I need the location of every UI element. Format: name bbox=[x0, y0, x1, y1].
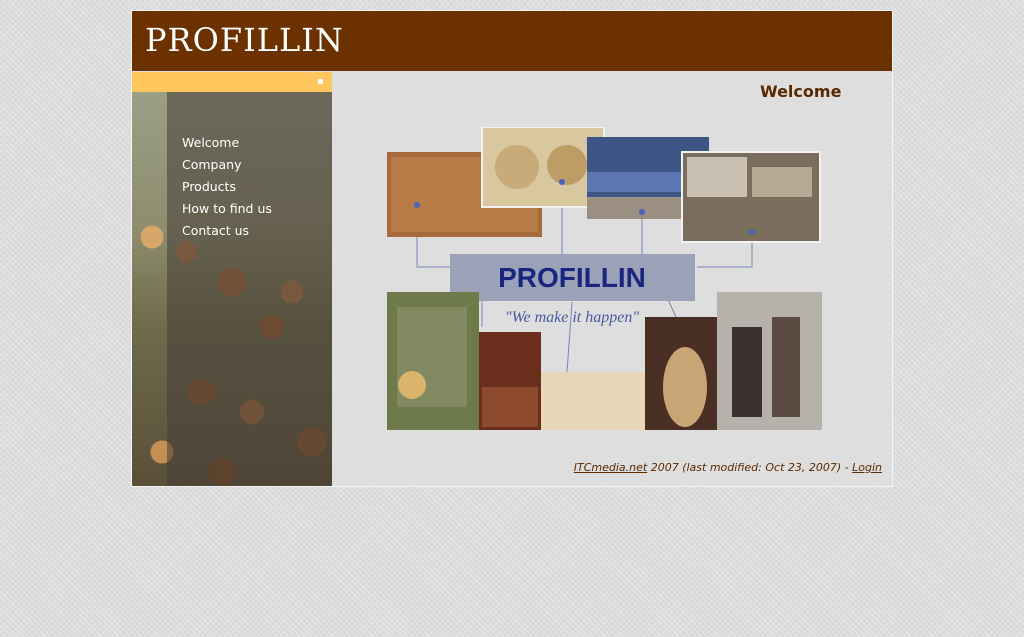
accent-strip bbox=[132, 72, 332, 92]
login-link[interactable]: Login bbox=[852, 461, 882, 474]
itcmedia-link[interactable]: ITCmedia.net bbox=[574, 461, 647, 474]
main-nav: Welcome Company Products How to find us … bbox=[182, 132, 272, 242]
collage-slogan-text: "We make it happen" bbox=[505, 309, 639, 326]
main-content: Welcome PROFILLIN "We make it happen" IT… bbox=[332, 72, 892, 486]
footer: ITCmedia.net 2007 (last modified: Oct 23… bbox=[574, 461, 882, 474]
site-logo[interactable]: PROFILLIN bbox=[145, 21, 344, 59]
collage-brand-text: PROFILLIN bbox=[498, 262, 646, 293]
header: PROFILLIN bbox=[132, 11, 892, 71]
nav-item-welcome[interactable]: Welcome bbox=[182, 132, 272, 154]
left-sidebar: Welcome Company Products How to find us … bbox=[132, 72, 332, 486]
page-title: Welcome bbox=[760, 82, 842, 101]
site-container: PROFILLIN Welcome Company Products How t… bbox=[131, 10, 893, 487]
footer-text: 2007 (last modified: Oct 23, 2007) - bbox=[647, 461, 853, 474]
nav-item-how-to-find-us[interactable]: How to find us bbox=[182, 198, 272, 220]
nav-item-company[interactable]: Company bbox=[182, 154, 272, 176]
nav-item-contact-us[interactable]: Contact us bbox=[182, 220, 272, 242]
collage-photo-silk bbox=[541, 372, 645, 430]
product-collage: PROFILLIN "We make it happen" bbox=[387, 127, 822, 430]
strip-dot-icon bbox=[318, 79, 323, 84]
nav-item-products[interactable]: Products bbox=[182, 176, 272, 198]
